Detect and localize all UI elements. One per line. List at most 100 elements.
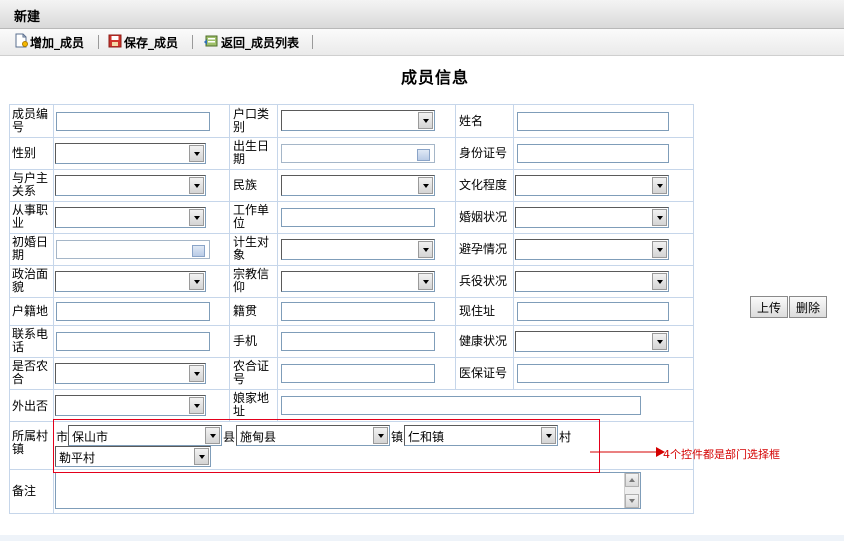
save-icon [108,34,122,51]
domicile-label: 户籍地 [12,304,49,318]
chevron-down-icon [652,273,667,290]
back-to-list-button[interactable]: 返回_成员列表 [203,33,299,51]
add-member-button[interactable]: 增加_成员 [14,33,84,51]
toolbar-separator [192,35,193,49]
gender-select[interactable] [55,143,206,164]
form-title: 成员信息 [400,68,469,87]
phone-input[interactable] [56,332,210,351]
rural-coop-select[interactable] [55,363,206,384]
toolbar-separator [98,35,99,49]
native-place-input[interactable] [281,302,435,321]
birth-date-input[interactable] [281,144,435,163]
education-select[interactable] [515,175,669,196]
address-label: 现住址 [459,304,496,318]
address-input[interactable] [517,302,669,321]
remarks-label: 备注 [12,484,37,498]
relation-select[interactable] [55,175,206,196]
marital-select[interactable] [515,207,669,228]
first-marriage-input[interactable] [56,240,210,259]
save-member-button[interactable]: 保存_成员 [108,33,178,51]
contraception-select[interactable] [515,239,669,260]
remarks-scrollbar[interactable] [624,473,640,508]
chevron-down-icon [652,333,667,350]
calendar-icon[interactable] [192,245,205,257]
name-label: 姓名 [459,114,484,128]
native-place-label: 籍贯 [233,304,258,318]
first-marriage-label: 初婚日期 [12,235,49,262]
health-select[interactable] [515,331,669,352]
grid-line [10,357,693,358]
domicile-input[interactable] [56,302,210,321]
grid-line [229,105,230,421]
new-document-icon [14,33,28,51]
name-input[interactable] [517,112,669,131]
outgoing-select[interactable] [55,395,206,416]
health-label: 健康状况 [459,334,508,348]
remarks-textarea[interactable] [55,472,641,509]
grid-line [10,325,693,326]
chevron-down-icon [652,177,667,194]
grid-line [455,105,456,389]
chevron-down-icon [418,273,433,290]
grid-line [10,297,693,298]
mobile-input[interactable] [281,332,435,351]
birth-date-label: 出生日期 [233,139,270,166]
chevron-down-icon [189,177,204,194]
village-label: 所属村镇 [12,429,49,456]
coop-no-input[interactable] [281,364,435,383]
add-member-label: 增加_成员 [30,35,85,50]
ethnicity-select[interactable] [281,175,435,196]
mobile-label: 手机 [233,334,258,348]
grid-line [10,201,693,202]
relation-label: 与户主关系 [12,171,49,198]
medical-no-label: 医保证号 [459,366,508,380]
save-member-label: 保存_成员 [124,35,179,50]
hukou-type-select[interactable] [281,110,435,131]
outgoing-label: 外出否 [12,399,49,413]
military-select[interactable] [515,271,669,292]
delete-button[interactable]: 删除 [789,296,827,318]
chevron-down-icon [189,273,204,290]
grid-line [277,105,278,421]
scroll-up-icon[interactable] [625,473,639,487]
occupation-select[interactable] [55,207,206,228]
ethnicity-label: 民族 [233,178,258,192]
window-title: 新建 [14,10,41,25]
grid-line [10,137,693,138]
back-to-list-label: 返回_成员列表 [221,35,300,50]
family-planning-label: 计生对象 [233,235,270,262]
annotation-box [53,419,600,473]
marital-label: 婚姻状况 [459,210,508,224]
education-label: 文化程度 [459,178,508,192]
grid-line [513,105,514,389]
scroll-down-icon[interactable] [625,494,639,508]
hukou-type-label: 户口类别 [233,107,270,134]
grid-line [10,169,693,170]
calendar-icon[interactable] [417,149,430,161]
chevron-down-icon [189,365,204,382]
member-no-input[interactable] [56,112,210,131]
coop-no-label: 农合证号 [233,359,270,386]
medical-no-input[interactable] [517,364,669,383]
work-unit-input[interactable] [281,208,435,227]
chevron-down-icon [418,177,433,194]
annotation-note: 4个控件都是部门选择框 [663,448,780,461]
maiden-address-label: 娘家地址 [233,391,270,418]
family-planning-select[interactable] [281,239,435,260]
id-no-label: 身份证号 [459,146,508,160]
id-no-input[interactable] [517,144,669,163]
maiden-address-input[interactable] [281,396,641,415]
chevron-down-icon [652,241,667,258]
annotation-arrow [590,447,665,457]
grid-line [10,233,693,234]
toolbar-separator [312,35,313,49]
religion-select[interactable] [281,271,435,292]
contraception-label: 避孕情况 [459,242,508,256]
grid-line [10,265,693,266]
upload-button[interactable]: 上传 [750,296,788,318]
bottom-strip [0,535,844,541]
chevron-down-icon [418,112,433,129]
chevron-down-icon [418,241,433,258]
political-select[interactable] [55,271,206,292]
occupation-label: 从事职业 [12,203,49,230]
